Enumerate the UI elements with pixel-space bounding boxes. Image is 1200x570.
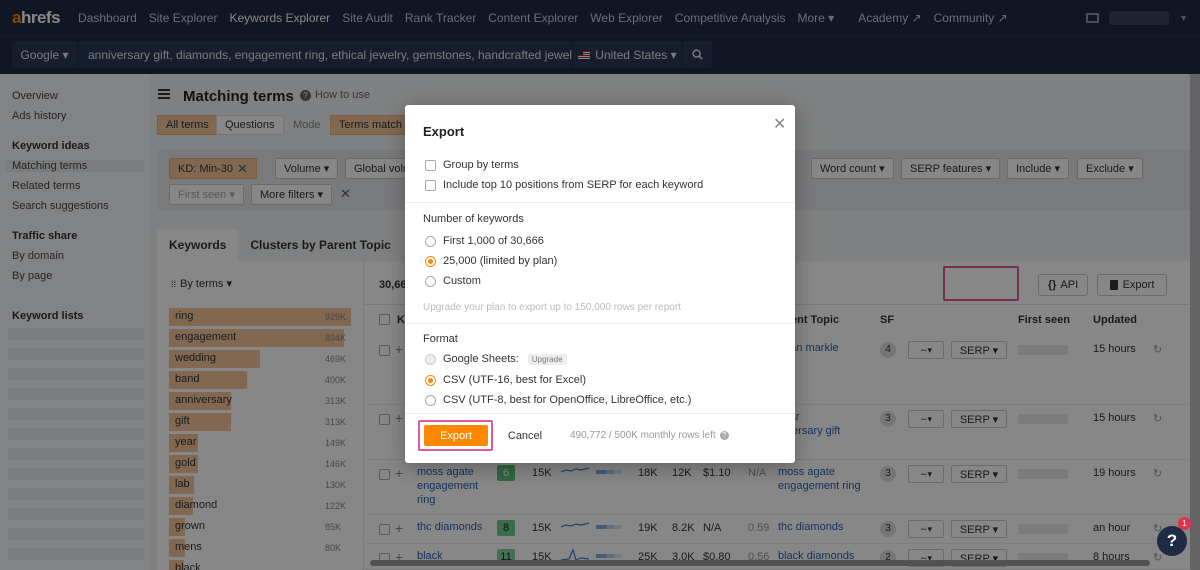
- upgrade-hint: Upgrade your plan to export up to 150,00…: [423, 302, 681, 313]
- option-25000[interactable]: 25,000 (limited by plan): [425, 255, 557, 267]
- export-dialog: Export ✕ Group by terms Include top 10 p…: [405, 105, 795, 463]
- option-custom[interactable]: Custom: [425, 275, 481, 287]
- divider: [405, 413, 795, 414]
- option-csv-utf8[interactable]: CSV (UTF-8, best for OpenOffice, LibreOf…: [425, 394, 691, 406]
- first-1000-label: First 1,000 of 30,666: [443, 235, 544, 247]
- rows-left-text: 490,772 / 500K monthly rows left?: [570, 430, 729, 441]
- upgrade-badge[interactable]: Upgrade: [527, 353, 567, 365]
- google-sheets-label: Google Sheets:: [443, 353, 519, 365]
- notification-badge: 1: [1178, 517, 1191, 530]
- group-by-terms-checkbox[interactable]: [425, 159, 436, 171]
- 25000-radio[interactable]: [425, 255, 436, 267]
- option-group-by-terms[interactable]: Group by terms: [425, 159, 519, 171]
- google-sheets-radio[interactable]: [425, 353, 436, 365]
- csv-utf8-radio[interactable]: [425, 394, 436, 406]
- help-icon[interactable]: ?: [719, 431, 729, 440]
- csv-utf16-radio[interactable]: [425, 374, 436, 386]
- option-include-top10[interactable]: Include top 10 positions from SERP for e…: [425, 179, 703, 191]
- group-by-terms-label: Group by terms: [443, 159, 519, 171]
- 25000-label: 25,000 (limited by plan): [443, 255, 558, 267]
- dialog-export-highlight: [418, 420, 493, 451]
- first-1000-radio[interactable]: [425, 235, 436, 247]
- custom-radio[interactable]: [425, 275, 436, 287]
- number-of-keywords-heading: Number of keywords: [423, 213, 524, 225]
- help-button[interactable]: ?: [1157, 526, 1187, 556]
- rows-left-label: 490,772 / 500K monthly rows left: [570, 430, 716, 441]
- divider: [405, 323, 795, 324]
- format-heading: Format: [423, 333, 458, 345]
- csv-utf8-label: CSV (UTF-8, best for OpenOffice, LibreOf…: [443, 394, 692, 406]
- custom-label: Custom: [443, 275, 481, 287]
- option-first-1000[interactable]: First 1,000 of 30,666: [425, 235, 544, 247]
- include-top10-label: Include top 10 positions from SERP for e…: [443, 179, 704, 191]
- close-icon[interactable]: ✕: [773, 114, 786, 134]
- include-top10-checkbox[interactable]: [425, 179, 436, 191]
- option-csv-utf16[interactable]: CSV (UTF-16, best for Excel): [425, 374, 586, 386]
- dialog-cancel-button[interactable]: Cancel: [497, 425, 553, 446]
- divider: [405, 202, 795, 203]
- csv-utf16-label: CSV (UTF-16, best for Excel): [443, 374, 587, 386]
- dialog-title: Export: [423, 124, 465, 139]
- option-google-sheets[interactable]: Google Sheets: Upgrade: [425, 353, 567, 365]
